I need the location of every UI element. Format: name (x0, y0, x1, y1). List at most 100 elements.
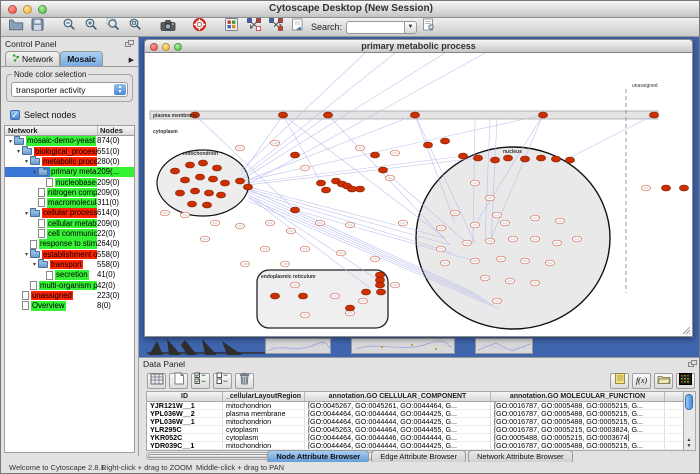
disclosure-triangle-icon[interactable]: ▾ (7, 138, 14, 145)
table-row[interactable]: YPL036W__2plasma membrane[GO:0044464, GO… (147, 410, 683, 418)
table-row[interactable]: YJR121W__1mitochondrion[GO:0045267, GO:0… (147, 402, 683, 410)
zoom-selected-button[interactable] (103, 19, 124, 36)
tree-row[interactable]: cell communicat22(0) (5, 229, 134, 239)
gene-node-selected-color[interactable] (565, 157, 574, 163)
gene-node-selected-color[interactable] (376, 289, 385, 295)
network-view-window[interactable]: primary metabolic process plasma membran… (144, 39, 693, 337)
gene-node-selected-color[interactable] (458, 153, 467, 159)
gene-node-selected-color[interactable] (220, 180, 229, 186)
tree-row[interactable]: ▾biological_process651(0) (5, 146, 134, 156)
gene-node-selected-color[interactable] (212, 165, 221, 171)
tree-row[interactable]: response to stimulu264(0) (5, 239, 134, 249)
tree-row[interactable]: secretion41(0) (5, 270, 134, 280)
tree-row[interactable]: ▾establishment of lo558(0) (5, 249, 134, 259)
gene-node-selected-color[interactable] (278, 112, 287, 118)
gene-node-selected-color[interactable] (290, 152, 299, 158)
gene-node-selected-color[interactable] (378, 167, 387, 173)
tree-row[interactable]: Overview8(0) (5, 301, 134, 311)
resize-grip-icon[interactable] (682, 326, 691, 335)
gene-node-selected-color[interactable] (195, 174, 204, 180)
gene-node-selected-color[interactable] (661, 185, 670, 191)
cytopanel-layout-button[interactable] (221, 19, 242, 36)
table-row[interactable]: YLR295Ccytoplasm[GO:0045263, GO:0044464,… (147, 426, 683, 434)
float-data-panel-icon[interactable] (688, 360, 697, 368)
select-all-attributes-button[interactable] (191, 373, 210, 389)
tree-row[interactable]: ▾primary metabo209(... (5, 167, 134, 177)
gene-node-selected-color[interactable] (185, 162, 194, 168)
network-graph[interactable]: plasma membranecytoplasmmitochondrionnuc… (145, 53, 692, 335)
vizmapper-a-button[interactable] (243, 19, 264, 36)
scrollbar-arrows-icon[interactable]: ▲▼ (684, 437, 694, 449)
float-panel-icon[interactable] (125, 40, 134, 48)
zoom-in-button[interactable] (81, 19, 102, 36)
tree-row[interactable]: unassigned223(0) (5, 290, 134, 300)
unselect-all-attributes-button[interactable] (213, 373, 232, 389)
disclosure-triangle-icon[interactable]: ▾ (23, 158, 30, 165)
disclosure-triangle-icon[interactable]: ▾ (31, 261, 38, 268)
gene-node-selected-color[interactable] (536, 155, 545, 161)
gene-node-selected-color[interactable] (361, 289, 370, 295)
gene-node-selected-color[interactable] (649, 112, 658, 118)
zoom-out-button[interactable] (59, 19, 80, 36)
gene-node-selected-color[interactable] (370, 152, 379, 158)
new-attribute-button[interactable] (169, 373, 188, 389)
edge[interactable] (565, 115, 654, 160)
gene-node-selected-color[interactable] (551, 156, 560, 162)
column-header[interactable]: annotation.GO MOLECULAR_FUNCTION (491, 392, 665, 401)
network-zoom-button[interactable] (174, 43, 182, 51)
tree-row[interactable]: ▾metabolic process280(0) (5, 157, 134, 167)
gene-node-selected-color[interactable] (423, 142, 432, 148)
tab-mosaic[interactable]: Mosaic (60, 51, 103, 66)
tree-row[interactable]: cellular metabo209(0) (5, 218, 134, 228)
network-window-titlebar[interactable]: primary metabolic process (144, 39, 693, 53)
gene-node-selected-color[interactable] (538, 112, 547, 118)
select-nodes-checkbox[interactable]: ✓ (10, 110, 20, 120)
gene-node-selected-color[interactable] (187, 201, 196, 207)
gene-node-selected-color[interactable] (190, 188, 199, 194)
gene-node-selected-color[interactable] (345, 305, 354, 311)
tree-column-network[interactable]: Network (5, 126, 98, 135)
gene-node-selected-color[interactable] (180, 177, 189, 183)
gene-node-selected-color[interactable] (321, 187, 330, 193)
disclosure-triangle-icon[interactable]: ▾ (23, 251, 30, 258)
tree-row[interactable]: nucleobase-209(0) (5, 177, 134, 187)
tree-row[interactable]: multi-organism pro42(0) (5, 280, 134, 290)
gene-node-selected-color[interactable] (473, 155, 482, 161)
network-snapshot-button[interactable] (157, 19, 178, 36)
table-row[interactable]: YPL036W__1mitochondrion[GO:0044464, GO:0… (147, 418, 683, 426)
gene-node-selected-color[interactable] (170, 168, 179, 174)
close-button[interactable] (8, 5, 17, 14)
gene-node-selected-color[interactable] (204, 190, 213, 196)
gene-node-selected-color[interactable] (520, 156, 529, 162)
zoom-window-button[interactable] (38, 5, 47, 14)
table-row[interactable]: YKR052Ccytoplasm[GO:0044464, GO:0044446,… (147, 434, 683, 442)
help-button[interactable] (189, 19, 210, 36)
tree-row[interactable]: ▾transport558(0) (5, 260, 134, 270)
gene-node-selected-color[interactable] (202, 202, 211, 208)
column-header[interactable]: ID (147, 392, 223, 401)
attribute-editor-button[interactable] (610, 373, 629, 389)
gene-node-selected-color[interactable] (440, 138, 449, 144)
disclosure-triangle-icon[interactable]: ▾ (15, 148, 22, 155)
attribute-table-button[interactable] (147, 373, 166, 389)
scrollbar-thumb[interactable] (685, 394, 693, 410)
network-minimize-button[interactable] (162, 43, 170, 51)
node-color-dropdown[interactable]: transporter activity ▲▼ (11, 82, 128, 97)
disclosure-triangle-icon[interactable]: ▾ (31, 169, 38, 176)
open-session-button[interactable] (5, 19, 26, 36)
gene-node-selected-color[interactable] (316, 180, 325, 186)
tree-row[interactable]: macromolecule311(0) (5, 198, 134, 208)
network-close-button[interactable] (150, 43, 158, 51)
delete-attribute-button[interactable] (235, 373, 254, 389)
gene-node-selected-color[interactable] (490, 157, 499, 163)
save-session-button[interactable] (27, 19, 48, 36)
tree-row[interactable]: nitrogen compo209(0) (5, 187, 134, 197)
tree-row[interactable]: ▾cellular process614(0) (5, 208, 134, 218)
edge[interactable] (243, 115, 328, 177)
gene-node-selected-color[interactable] (290, 207, 299, 213)
attribute-matrix-button[interactable] (676, 373, 695, 389)
gene-node-selected-color[interactable] (323, 112, 332, 118)
gene-node-selected-color[interactable] (298, 293, 307, 299)
gene-node-selected-color[interactable] (410, 112, 419, 118)
gene-node-selected-color[interactable] (679, 185, 688, 191)
